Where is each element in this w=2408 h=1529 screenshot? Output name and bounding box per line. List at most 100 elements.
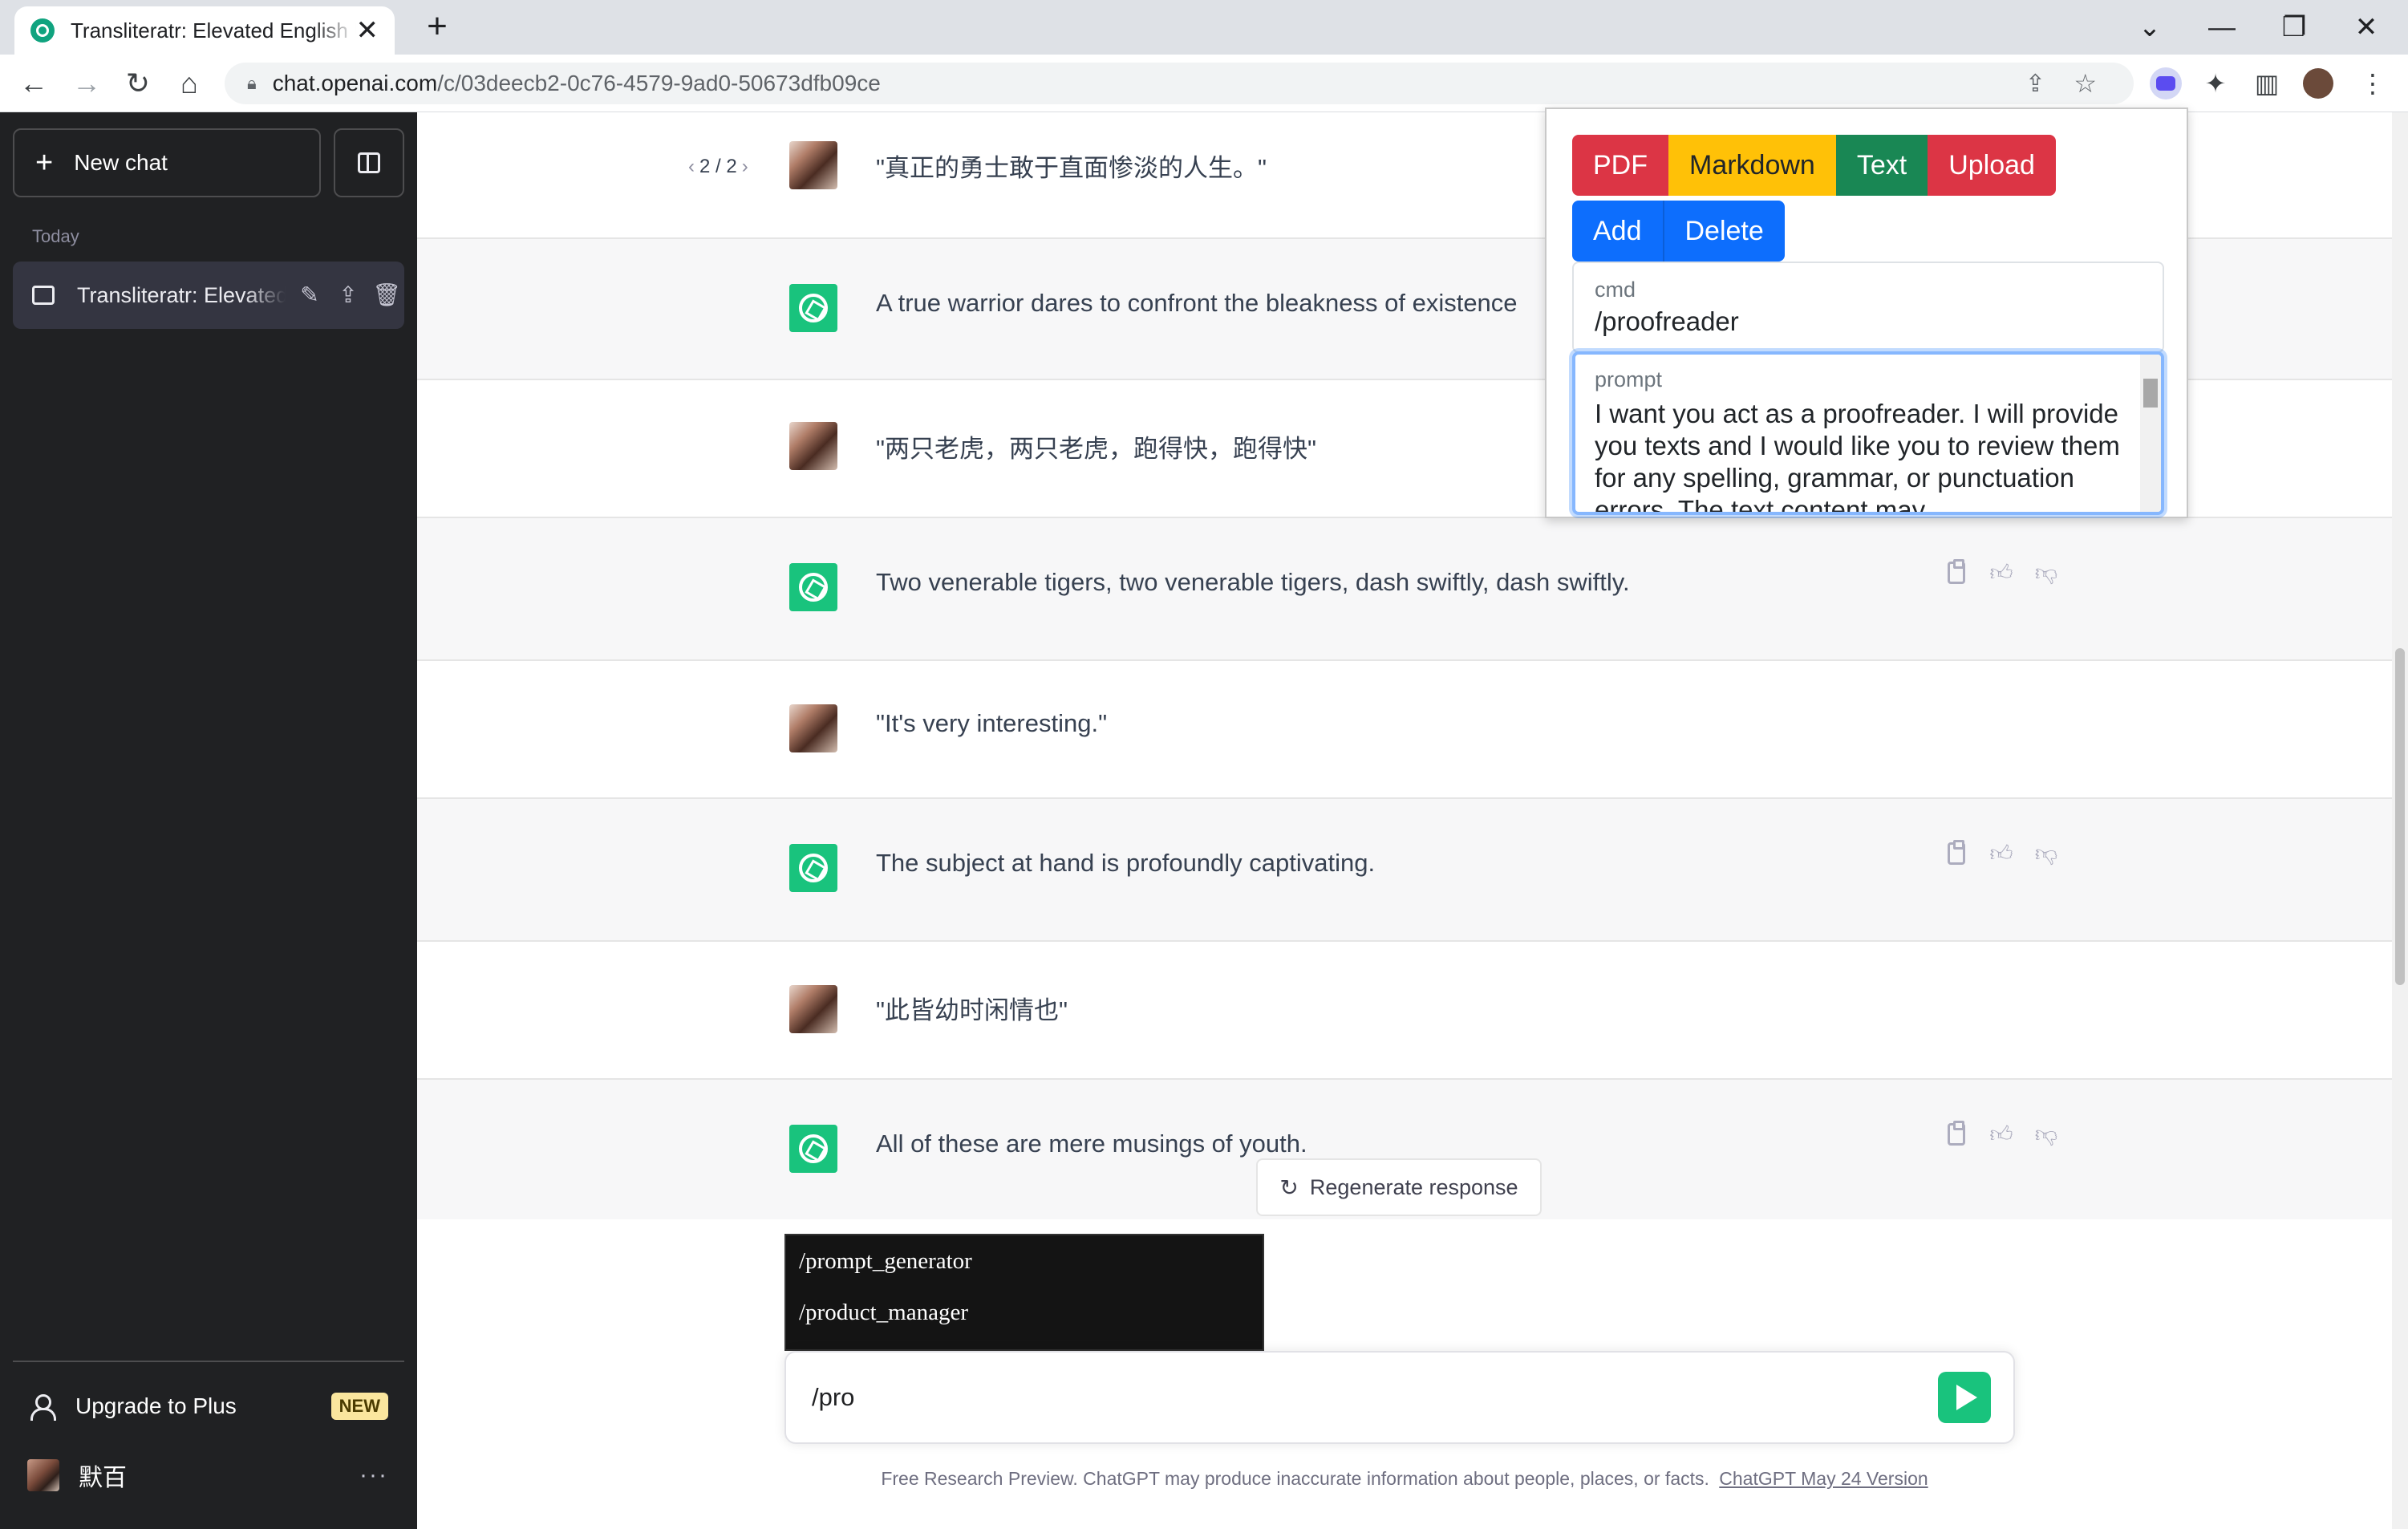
command-suggestion-item[interactable]: /product_manager bbox=[786, 1287, 1263, 1338]
send-button[interactable] bbox=[1938, 1372, 1991, 1423]
page-scrollbar[interactable] bbox=[2392, 112, 2408, 1529]
tab-close-icon[interactable]: ✕ bbox=[356, 17, 379, 44]
message-row-user: "It's very interesting." bbox=[417, 661, 2392, 799]
prompt-value[interactable]: I want you act as a proofreader. I will … bbox=[1595, 398, 2140, 512]
sidebar-toggle-button[interactable] bbox=[334, 128, 404, 197]
thumbs-up-icon[interactable]: 👍︎ bbox=[1989, 1121, 2013, 1147]
history-item-title: Transliteratr: Elevated English bbox=[77, 282, 286, 307]
prompt-extension-popup: PDF Markdown Text Upload Add Delete cmd … bbox=[1545, 107, 2188, 518]
lock-icon: 🔒︎ bbox=[247, 73, 257, 93]
message-row-assistant: The subject at hand is profoundly captiv… bbox=[417, 799, 2392, 942]
prompt-button-group: Add Delete bbox=[1572, 201, 1785, 262]
thumbs-down-icon[interactable]: 👎︎ bbox=[2034, 1121, 2058, 1147]
chatgpt-logo-icon bbox=[789, 1125, 837, 1173]
user-avatar bbox=[789, 985, 837, 1033]
share-icon[interactable]: ⇪ bbox=[334, 281, 363, 310]
minimize-button[interactable]: — bbox=[2198, 8, 2246, 47]
user-avatar bbox=[789, 141, 837, 189]
sidebar: + New chat Today Transliteratr: Elevated… bbox=[0, 112, 417, 1529]
new-badge: NEW bbox=[330, 1393, 388, 1420]
history-group-label: Today bbox=[32, 226, 79, 246]
command-suggestion-item[interactable]: /prompt_generator bbox=[786, 1235, 1263, 1287]
upgrade-to-plus-button[interactable]: Upgrade to Plus NEW bbox=[13, 1378, 404, 1434]
message-text: All of these are mere musings of youth. bbox=[876, 1130, 1307, 1158]
footer-text: Free Research Preview. ChatGPT may produ… bbox=[881, 1468, 1709, 1489]
extension-active-icon[interactable] bbox=[2147, 64, 2185, 103]
copy-icon[interactable] bbox=[1944, 559, 1968, 586]
avatar bbox=[27, 1459, 59, 1491]
thumbs-up-icon[interactable]: 👍︎ bbox=[1989, 560, 2013, 586]
extensions-puzzle-icon[interactable]: ✦ bbox=[2196, 64, 2235, 103]
thumbs-up-icon[interactable]: 👍︎ bbox=[1989, 841, 2013, 866]
pager-count: 2 / 2 bbox=[699, 156, 737, 177]
user-menu-button[interactable]: 默百 ··· bbox=[13, 1447, 404, 1503]
cmd-field[interactable]: cmd /proofreader bbox=[1572, 262, 2164, 353]
text-export-button[interactable]: Text bbox=[1835, 135, 1928, 196]
edit-pencil-icon[interactable]: ✎ bbox=[295, 281, 324, 310]
response-pager[interactable]: ‹ 2 / 2 › bbox=[683, 156, 753, 178]
address-bar[interactable]: 🔒︎ chat.openai.com/c/03deecb2-0c76-4579-… bbox=[225, 63, 2134, 104]
trash-icon[interactable]: 🗑︎ bbox=[372, 281, 401, 310]
message-input[interactable]: /pro bbox=[784, 1351, 2015, 1444]
thumbs-down-icon[interactable]: 👎︎ bbox=[2034, 560, 2058, 586]
prompt-label: prompt bbox=[1595, 367, 1663, 391]
browser-toolbar: ← → ↻ ⌂ 🔒︎ chat.openai.com/c/03deecb2-0c… bbox=[0, 55, 2408, 112]
history-item[interactable]: Transliteratr: Elevated English ✎ ⇪ 🗑︎ bbox=[13, 262, 404, 329]
tab-title: Transliteratr: Elevated English U bbox=[71, 18, 356, 43]
forward-arrow-icon[interactable]: → bbox=[67, 64, 106, 103]
message-actions: 👍︎ 👎︎ bbox=[1944, 840, 2058, 866]
add-prompt-button[interactable]: Add bbox=[1572, 201, 1663, 262]
copy-icon[interactable] bbox=[1944, 1121, 1968, 1147]
chevron-right-icon[interactable]: › bbox=[742, 156, 748, 177]
regenerate-label: Regenerate response bbox=[1309, 1174, 1518, 1199]
profile-avatar[interactable] bbox=[2299, 64, 2337, 103]
prompt-scrollbar[interactable] bbox=[2140, 355, 2161, 512]
chat-bubble-icon bbox=[32, 286, 55, 305]
openai-favicon-icon bbox=[30, 18, 55, 43]
home-icon[interactable]: ⌂ bbox=[170, 64, 209, 103]
upload-button[interactable]: Upload bbox=[1928, 135, 2056, 196]
message-text: A true warrior dares to confront the ble… bbox=[876, 289, 1518, 317]
browser-menu-icon[interactable]: ⋮ bbox=[2353, 64, 2392, 103]
chatgpt-logo-icon bbox=[789, 284, 837, 332]
refresh-icon: ↻ bbox=[1279, 1174, 1299, 1200]
reload-icon[interactable]: ↻ bbox=[119, 64, 157, 103]
user-icon bbox=[29, 1394, 56, 1421]
side-panel-icon[interactable]: ▥ bbox=[2248, 64, 2286, 103]
prompt-field[interactable]: prompt I want you act as a proofreader. … bbox=[1572, 351, 2164, 515]
message-text: "真正的勇士敢于直面惨淡的人生。" bbox=[876, 154, 1267, 182]
message-actions: 👍︎ 👎︎ bbox=[1944, 559, 2058, 586]
close-window-button[interactable]: ✕ bbox=[2342, 8, 2390, 47]
cmd-value[interactable]: /proofreader bbox=[1595, 306, 1739, 337]
scrollbar-thumb[interactable] bbox=[2395, 648, 2405, 985]
chevron-left-icon[interactable]: ‹ bbox=[688, 156, 695, 177]
delete-prompt-button[interactable]: Delete bbox=[1662, 201, 1785, 262]
markdown-export-button[interactable]: Markdown bbox=[1668, 135, 1836, 196]
pdf-export-button[interactable]: PDF bbox=[1572, 135, 1668, 196]
share-icon[interactable]: ⇪ bbox=[2025, 70, 2045, 98]
browser-tab[interactable]: Transliteratr: Elevated English U ✕ bbox=[14, 6, 395, 55]
user-name: 默百 bbox=[79, 1465, 127, 1491]
restore-button[interactable]: ❐ bbox=[2270, 8, 2318, 47]
message-text: Two venerable tigers, two venerable tige… bbox=[876, 568, 1630, 596]
chatgpt-logo-icon bbox=[789, 563, 837, 611]
message-input-value[interactable]: /pro bbox=[812, 1383, 854, 1412]
thumbs-down-icon[interactable]: 👎︎ bbox=[2034, 841, 2058, 866]
message-text: The subject at hand is profoundly captiv… bbox=[876, 849, 1376, 877]
message-text: "It's very interesting." bbox=[876, 709, 1108, 737]
more-options-icon[interactable]: ··· bbox=[359, 1462, 388, 1489]
regenerate-response-button[interactable]: ↻ Regenerate response bbox=[1256, 1158, 1542, 1216]
version-link[interactable]: ChatGPT May 24 Version bbox=[1719, 1468, 1928, 1489]
user-avatar bbox=[789, 422, 837, 470]
upgrade-label: Upgrade to Plus bbox=[75, 1393, 237, 1418]
new-chat-button[interactable]: + New chat bbox=[13, 128, 321, 197]
plus-icon: + bbox=[35, 145, 54, 180]
chatgpt-logo-icon bbox=[789, 844, 837, 892]
user-avatar bbox=[789, 704, 837, 752]
bookmark-star-icon[interactable]: ☆ bbox=[2074, 68, 2097, 99]
message-actions: 👍︎ 👎︎ bbox=[1944, 1121, 2058, 1147]
new-tab-button[interactable]: + bbox=[419, 9, 456, 47]
back-arrow-icon[interactable]: ← bbox=[14, 64, 53, 103]
tab-search-icon[interactable]: ⌄ bbox=[2126, 8, 2174, 47]
copy-icon[interactable] bbox=[1944, 840, 1968, 866]
